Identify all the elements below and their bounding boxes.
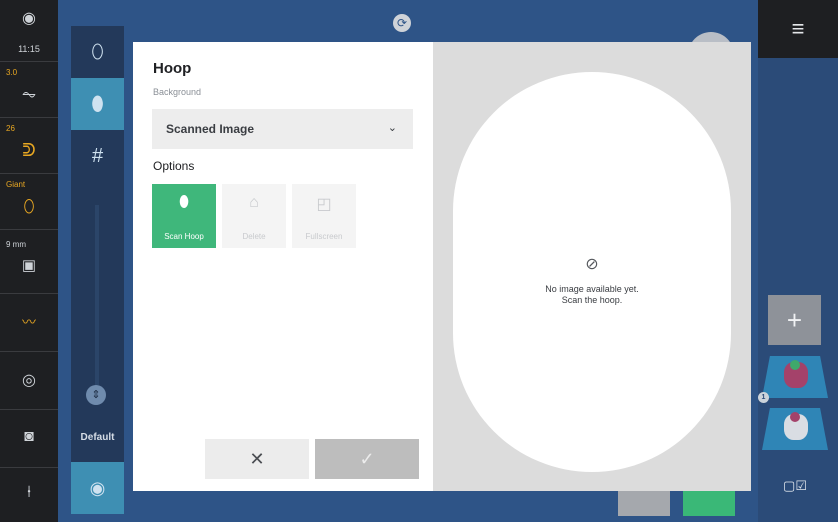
hoop-dialog: Hoop Background Scanned Image ⌄ Options …	[133, 42, 751, 491]
design-detail	[790, 412, 800, 422]
grid-icon: #	[91, 145, 104, 167]
buttonhole-icon: ▣	[21, 257, 37, 274]
hoop-foot-icon: ⬯	[23, 196, 35, 216]
dialog-title: Hoop	[153, 60, 192, 77]
refresh-icon[interactable]: ⟳	[393, 14, 411, 32]
zoom-slider-knob[interactable]: ⇕	[86, 385, 106, 405]
fullscreen-label: Fullscreen	[305, 232, 343, 241]
no-image-message: No image available yet.	[545, 284, 639, 294]
background-select[interactable]: Scanned Image ⌄	[152, 109, 413, 149]
check-icon: ✓	[359, 449, 375, 469]
tool-hoop-filled[interactable]: ⬮	[71, 78, 124, 130]
eye-icon: ◉	[89, 478, 106, 498]
buttonhole-item[interactable]: 9 mm ▣	[0, 230, 58, 294]
hoop-preview-panel: ⊘ No image available yet. Scan the hoop.	[433, 42, 751, 491]
chevron-down-icon: ⌄	[387, 122, 397, 134]
clock-text: 11:15	[18, 44, 40, 54]
fullscreen-button[interactable]: ◰ Fullscreen	[292, 184, 356, 248]
fullscreen-icon: ◰	[316, 196, 332, 213]
bobbin-item[interactable]: ◎	[0, 352, 58, 410]
zigzag-stitch-icon: 〰	[22, 314, 36, 330]
cancel-button[interactable]: ✕	[205, 439, 309, 479]
add-design-button[interactable]: +	[768, 295, 821, 345]
select-toggle-icon[interactable]: ▢☑	[780, 478, 810, 494]
stitch-width-value: 3.0	[6, 68, 18, 77]
stitch-width-item[interactable]: 3.0 ⏦	[0, 62, 58, 118]
buttonhole-value: 9 mm	[6, 240, 26, 249]
trash-icon: ⌂	[249, 194, 259, 211]
hoop-filled-icon: ⬮	[91, 93, 104, 115]
scan-hoop-icon: ⬮	[178, 194, 190, 211]
presser-foot-value: Giant	[6, 180, 26, 189]
needle-item[interactable]: ⍿	[0, 468, 58, 522]
menu-button[interactable]: ≡	[758, 0, 838, 58]
hoop-settings-panel: Hoop Background Scanned Image ⌄ Options …	[133, 42, 433, 491]
scan-hoop-label: Scan Hoop	[164, 232, 204, 241]
status-rail: ◉ 11:15 3.0 ⏦ 26 ᕲ Giant ⬯ 9 mm ▣ 〰 ◎ ◙ …	[0, 0, 58, 522]
background-label: Background	[153, 87, 202, 97]
needle-icon: ⍿	[26, 484, 32, 501]
wifi-icon: ◉	[22, 10, 36, 27]
presser-foot-icon: ᕲ	[22, 140, 36, 160]
background-select-value: Scanned Image	[166, 122, 255, 136]
zoom-slider-track[interactable]	[95, 205, 99, 385]
delete-button[interactable]: ⌂ Delete	[222, 184, 286, 248]
hamburger-icon: ≡	[791, 16, 805, 41]
thumbnail-badge: 1	[758, 392, 769, 403]
options-label: Options	[153, 159, 195, 173]
tool-hoop-outline[interactable]: ⬯	[71, 26, 124, 78]
delete-label: Delete	[242, 232, 266, 241]
stitch-length-item[interactable]: 26 ᕲ	[0, 118, 58, 174]
design-detail	[790, 360, 800, 370]
hoop-outline-icon: ⬯	[91, 41, 104, 63]
no-image-icon: ⊘	[585, 256, 599, 273]
design-thumbnail-1[interactable]	[762, 356, 828, 398]
bobbin-icon: ◎	[22, 372, 36, 389]
plus-icon: +	[786, 305, 803, 335]
hoop-preview-area: ⊘ No image available yet. Scan the hoop.	[453, 72, 731, 472]
confirm-button[interactable]: ✓	[315, 439, 419, 479]
wifi-status: ◉ 11:15	[0, 0, 58, 62]
scan-hint-message: Scan the hoop.	[561, 295, 623, 305]
stitch-width-icon: ⏦	[21, 84, 37, 104]
camera-item[interactable]: ◙	[0, 410, 58, 468]
slider-default-label: Default	[80, 432, 115, 443]
tool-grid[interactable]: #	[71, 130, 124, 182]
design-thumbnail-2[interactable]	[762, 408, 828, 450]
stitch-pattern-item[interactable]: 〰	[0, 294, 58, 352]
stitch-length-value: 26	[6, 124, 15, 133]
visibility-button[interactable]: ◉	[71, 462, 124, 514]
presser-foot-item[interactable]: Giant ⬯	[0, 174, 58, 230]
close-icon: ✕	[249, 449, 265, 469]
scan-hoop-button[interactable]: ⬮ Scan Hoop	[152, 184, 216, 248]
camera-icon: ◙	[24, 428, 34, 445]
